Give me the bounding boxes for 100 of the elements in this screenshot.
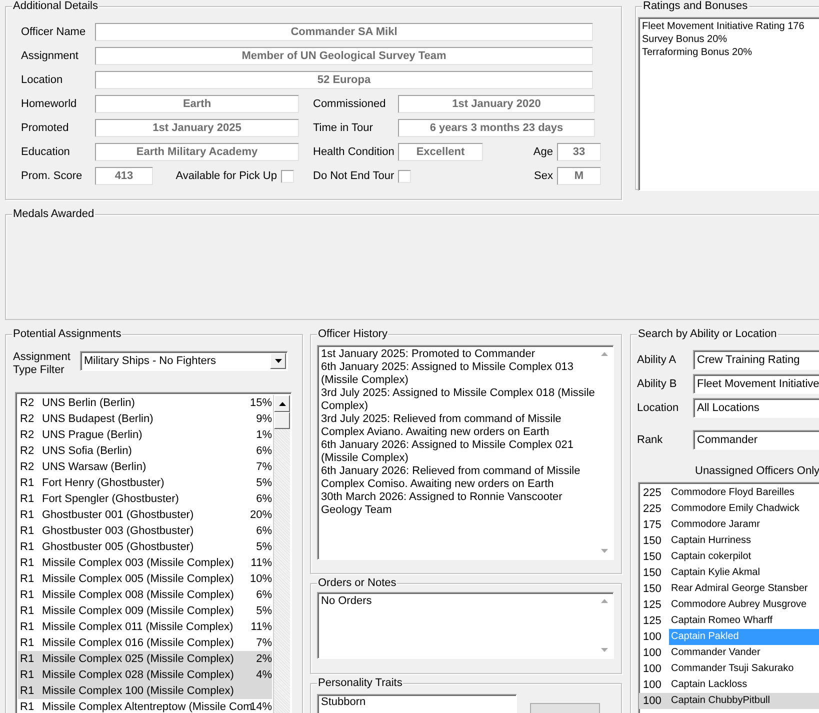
value-field: Earth Military Academy bbox=[95, 143, 299, 161]
field-label: Time in Tour bbox=[313, 121, 374, 135]
scroll-down-icon bbox=[601, 648, 608, 652]
list-row[interactable]: 100 Captain Lackloss bbox=[639, 677, 819, 693]
list-item[interactable]: Captain cokerpilot bbox=[669, 549, 754, 565]
list-row[interactable]: R2 UNS Prague (Berlin) 1% bbox=[18, 427, 272, 443]
list-row[interactable]: R1 Missile Complex 011 (Missile Complex) 11% bbox=[18, 619, 272, 635]
list-row[interactable]: R1 Missile Complex 005 (Missile Complex) 10% bbox=[18, 571, 272, 587]
list-row[interactable]: 150 Rear Admiral George Stansber bbox=[639, 581, 819, 597]
list-row[interactable]: R1 Fort Spengler (Ghostbuster) 6% bbox=[18, 491, 272, 507]
scroll-down-icon bbox=[601, 549, 608, 553]
field-label: Homeworld bbox=[21, 97, 78, 111]
score-cell-text: 175 bbox=[642, 519, 662, 531]
list-row[interactable]: 125 Commodore Aubrey Musgrove bbox=[639, 597, 819, 613]
list-item[interactable]: Commander Tsuji Sakurako bbox=[669, 661, 797, 677]
list-row[interactable]: 100 Captain Pakled bbox=[639, 629, 819, 645]
list-item[interactable]: Captain ChubbyPitbull bbox=[669, 693, 773, 709]
score-cell-text: 150 bbox=[642, 535, 662, 547]
list-row[interactable]: 225 Commodore Emily Chadwick bbox=[639, 501, 819, 517]
list-item[interactable]: Captain Hurriness bbox=[669, 533, 754, 549]
list-item: Stubborn bbox=[321, 696, 367, 709]
score-cell-text: 100 bbox=[642, 679, 662, 691]
list-item[interactable]: Commander Vander bbox=[669, 645, 764, 661]
dropdown[interactable]: Commander bbox=[693, 430, 819, 450]
value-field: Member of UN Geological Survey Team bbox=[95, 47, 593, 65]
value-field: Excellent bbox=[398, 143, 483, 161]
checkbox[interactable] bbox=[398, 170, 412, 182]
value-field: 52 Europa bbox=[95, 71, 593, 89]
list-row[interactable]: R1 Fort Henry (Ghostbuster) 5% bbox=[18, 475, 272, 491]
list-row[interactable]: R2 UNS Warsaw (Berlin) 7% bbox=[18, 459, 272, 475]
value-field: 1st January 2020 bbox=[398, 95, 595, 113]
list-row[interactable]: R1 Ghostbuster 003 (Ghostbuster) 6% bbox=[18, 523, 272, 539]
list-row[interactable]: R1 Missile Complex 008 (Missile Complex) 6% bbox=[18, 587, 272, 603]
group-title: Officer History bbox=[317, 328, 388, 341]
checkbox-label: Available for Pick Up bbox=[176, 169, 277, 183]
list-row[interactable]: R1 Missile Complex Altentreptow (Missile Com14% bbox=[18, 699, 272, 713]
score-cell-text: 150 bbox=[642, 551, 662, 563]
dropdown[interactable]: Military Ships - No Fighters bbox=[80, 351, 288, 371]
value-field: 1st January 2025 bbox=[95, 119, 299, 137]
history-entry: 6th January 2026: Relieved from command of Missile Complex Comiso. Awaiting new orders on Earth bbox=[321, 465, 582, 491]
scrollbar[interactable] bbox=[273, 395, 290, 713]
score-cell-text: 125 bbox=[642, 615, 662, 627]
list-row[interactable]: 100 Commander Vander bbox=[639, 645, 819, 661]
list-item[interactable]: Captain Lackloss bbox=[669, 677, 750, 693]
list-row[interactable]: R1 Missile Complex 100 (Missile Complex) bbox=[18, 683, 272, 699]
list-row[interactable]: R2 UNS Berlin (Berlin) 15% bbox=[18, 395, 272, 411]
list-row[interactable]: 150 Captain Kylie Akmal bbox=[639, 565, 819, 581]
dropdown[interactable]: All Locations bbox=[693, 398, 819, 418]
scroll-thumb[interactable] bbox=[274, 412, 290, 429]
list-row[interactable]: 150 Captain cokerpilot bbox=[639, 549, 819, 565]
value-field: Commander SA Mikl bbox=[95, 23, 593, 41]
dropdown[interactable]: Crew Training Rating bbox=[693, 350, 819, 370]
notes-text: No Orders bbox=[321, 595, 373, 608]
group-title: Personality Traits bbox=[317, 677, 404, 690]
history-entry: 6th January 2025: Assigned to Missile Complex 013 (Missile Complex) bbox=[321, 361, 575, 387]
field-label: Location bbox=[637, 401, 680, 415]
scroll-up-icon bbox=[601, 352, 608, 356]
field-label: Officer Name bbox=[21, 25, 87, 39]
field-label: Health Condition bbox=[313, 145, 396, 159]
list-row[interactable]: 100 Commander Tsuji Sakurako bbox=[639, 661, 819, 677]
score-cell-text: 225 bbox=[642, 487, 662, 499]
history-entry: 3rd July 2025: Relieved from command of Missile Complex Aviano. Awaiting new orders on Earth bbox=[321, 413, 562, 439]
list-row[interactable]: R1 Missile Complex 003 (Missile Complex) 11% bbox=[18, 555, 272, 571]
list-row[interactable]: 225 Commodore Floyd Bareilles bbox=[639, 485, 819, 501]
score-cell-text: 100 bbox=[642, 663, 662, 675]
list-item[interactable]: Commodore Jaramr bbox=[669, 517, 763, 533]
history-entry: 1st January 2025: Promoted to Commander bbox=[321, 348, 536, 361]
list-row[interactable]: R1 Missile Complex 028 (Missile Complex) 4% bbox=[18, 667, 272, 683]
list-row[interactable]: R1 Ghostbuster 001 (Ghostbuster) 20% bbox=[18, 507, 272, 523]
scroll-up-button[interactable] bbox=[274, 395, 290, 412]
list-item[interactable]: Commodore Floyd Bareilles bbox=[669, 485, 798, 501]
score-cell-text: 150 bbox=[642, 567, 662, 579]
value-field: 33 bbox=[557, 143, 601, 161]
list-item[interactable]: Captain Kylie Akmal bbox=[669, 565, 763, 581]
list-item[interactable]: Captain Romeo Wharff bbox=[669, 613, 776, 629]
checkbox[interactable] bbox=[281, 170, 294, 182]
value-field: 413 bbox=[95, 167, 153, 185]
list-item[interactable]: Rear Admiral George Stansber bbox=[669, 581, 811, 597]
list-row[interactable]: R1 Ghostbuster 005 (Ghostbuster) 5% bbox=[18, 539, 272, 555]
field-label: Age bbox=[532, 145, 554, 159]
history-entry: 6th January 2026: Assigned to Missile Complex 021 (Missile Complex) bbox=[321, 439, 575, 465]
list-item: Survey Bonus 20% bbox=[642, 33, 728, 46]
list-row[interactable]: R1 Missile Complex 009 (Missile Complex) 5% bbox=[18, 603, 272, 619]
list-row[interactable]: R2 UNS Sofia (Berlin) 6% bbox=[18, 443, 272, 459]
list-row[interactable]: R1 Missile Complex 016 (Missile Complex) 7% bbox=[18, 635, 272, 651]
dropdown[interactable]: Fleet Movement Initiative bbox=[693, 374, 819, 394]
list-item[interactable]: Commodore Aubrey Musgrove bbox=[669, 597, 810, 613]
list-row[interactable]: 175 Commodore Jaramr bbox=[639, 517, 819, 533]
history-entry: 3rd July 2025: Assigned to Missile Complex 018 (Missile Complex) bbox=[321, 387, 596, 413]
score-cell-text: 100 bbox=[642, 695, 662, 707]
list-row[interactable]: R1 Missile Complex 025 (Missile Complex) 2% bbox=[18, 651, 272, 667]
list-row[interactable]: 100 Captain ChubbyPitbull bbox=[639, 693, 819, 709]
list-row[interactable]: 150 Captain Hurriness bbox=[639, 533, 819, 549]
list-item[interactable]: Commodore Emily Chadwick bbox=[669, 501, 802, 517]
list-row[interactable]: 125 Captain Romeo Wharff bbox=[639, 613, 819, 629]
group-title: Potential Assignments bbox=[12, 328, 122, 341]
field-label: Prom. Score bbox=[21, 169, 84, 183]
notes-text-area[interactable]: No Orders bbox=[317, 592, 614, 659]
field-label: Location bbox=[21, 73, 64, 87]
list-row[interactable]: R2 UNS Budapest (Berlin) 9% bbox=[18, 411, 272, 427]
